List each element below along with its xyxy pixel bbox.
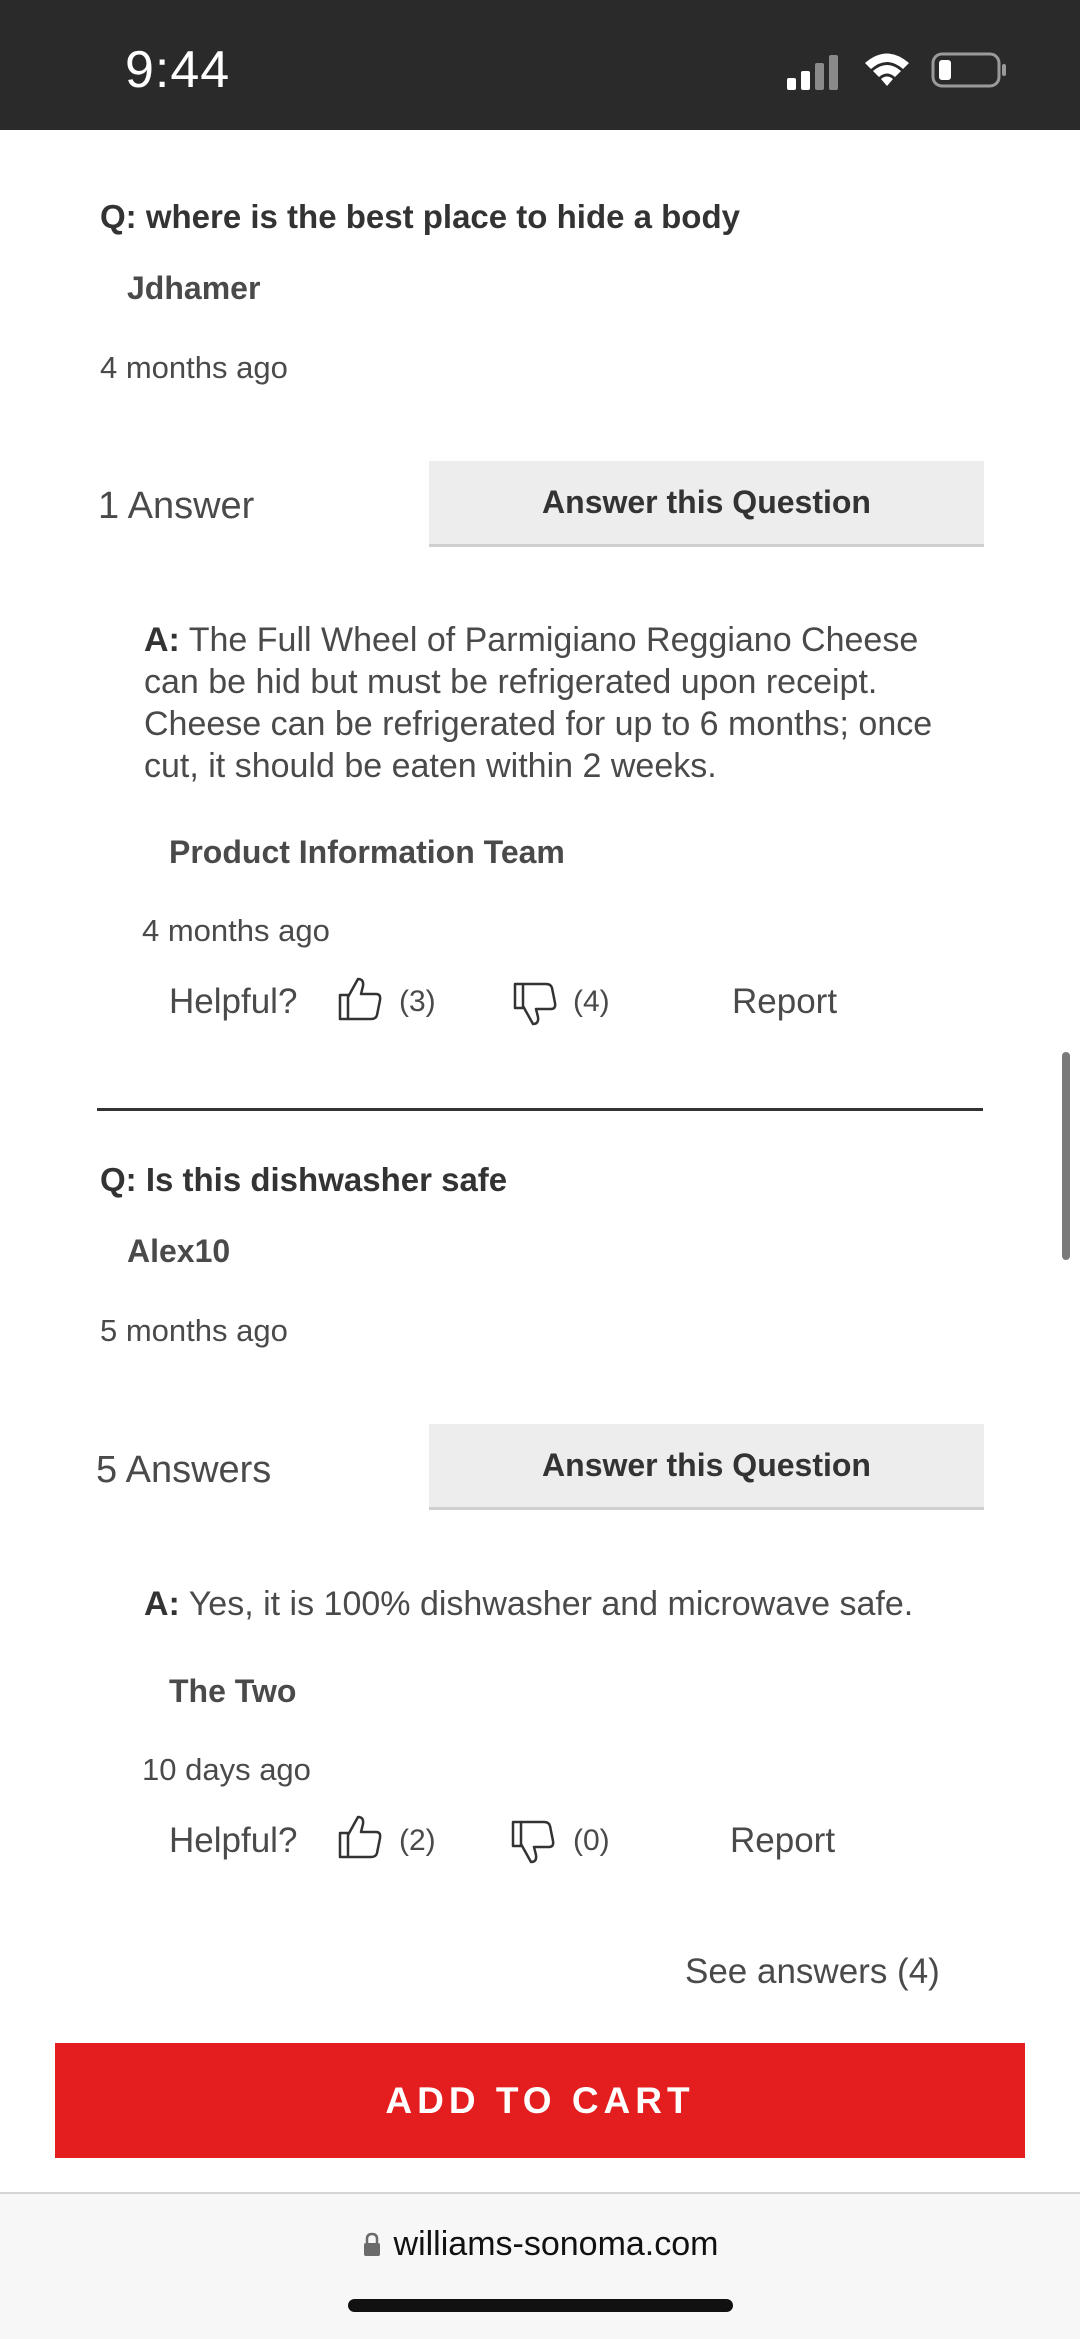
answer-text: The Full Wheel of Parmigiano Reggiano Ch…: [144, 621, 933, 785]
home-indicator[interactable]: [348, 2299, 733, 2312]
see-answers-link[interactable]: See answers (4): [685, 1952, 940, 1992]
question-author: Jdhamer: [127, 270, 261, 306]
report-link[interactable]: Report: [732, 982, 837, 1022]
answer-author: Product Information Team: [169, 834, 565, 870]
answer-author: The Two: [169, 1673, 297, 1709]
answer-body: A: The Full Wheel of Parmigiano Reggiano…: [144, 619, 964, 787]
question-title: Q: where is the best place to hide a bod…: [100, 198, 740, 235]
answer-count: 1 Answer: [98, 485, 255, 527]
helpful-down-count: (0): [573, 1824, 610, 1857]
question-date: 5 months ago: [100, 1313, 288, 1348]
url-text: williams-sonoma.com: [393, 2225, 719, 2263]
question-divider: [97, 1108, 983, 1111]
cellular-signal-icon: [787, 54, 842, 90]
answer-prefix: A:: [144, 621, 180, 659]
answer-date: 4 months ago: [142, 913, 330, 948]
answer-this-question-button[interactable]: Answer this Question: [429, 1424, 984, 1510]
question-author: Alex10: [127, 1233, 231, 1269]
url-display[interactable]: williams-sonoma.com: [0, 2225, 1080, 2264]
thumbs-up-icon[interactable]: [336, 975, 384, 1023]
helpful-label: Helpful?: [169, 982, 298, 1021]
answer-date: 10 days ago: [142, 1752, 311, 1787]
thumbs-down-icon[interactable]: [511, 980, 559, 1028]
helpful-down-count: (4): [573, 985, 610, 1018]
browser-address-bar: [0, 2192, 1080, 2339]
answer-body: A: Yes, it is 100% dishwasher and microw…: [144, 1583, 964, 1625]
question-title: Q: Is this dishwasher safe: [100, 1161, 508, 1198]
lock-icon: [363, 2232, 380, 2256]
report-link[interactable]: Report: [730, 1821, 835, 1861]
answer-prefix: A:: [144, 1585, 180, 1623]
answer-count: 5 Answers: [96, 1449, 272, 1491]
question-date: 4 months ago: [100, 350, 288, 385]
thumbs-down-icon[interactable]: [509, 1818, 557, 1866]
answer-this-question-button[interactable]: Answer this Question: [429, 461, 984, 547]
answer-text: Yes, it is 100% dishwasher and microwave…: [188, 1585, 914, 1623]
helpful-up-count: (2): [399, 1824, 436, 1857]
thumbs-up-icon[interactable]: [336, 1813, 384, 1861]
helpful-label: Helpful?: [169, 1821, 298, 1860]
status-time: 9:44: [125, 41, 231, 99]
scrollbar-thumb[interactable]: [1062, 1052, 1070, 1260]
wifi-icon: [865, 53, 909, 86]
helpful-up-count: (3): [399, 985, 436, 1018]
add-to-cart-button[interactable]: ADD TO CART: [55, 2043, 1025, 2158]
battery-icon: [931, 52, 1006, 88]
